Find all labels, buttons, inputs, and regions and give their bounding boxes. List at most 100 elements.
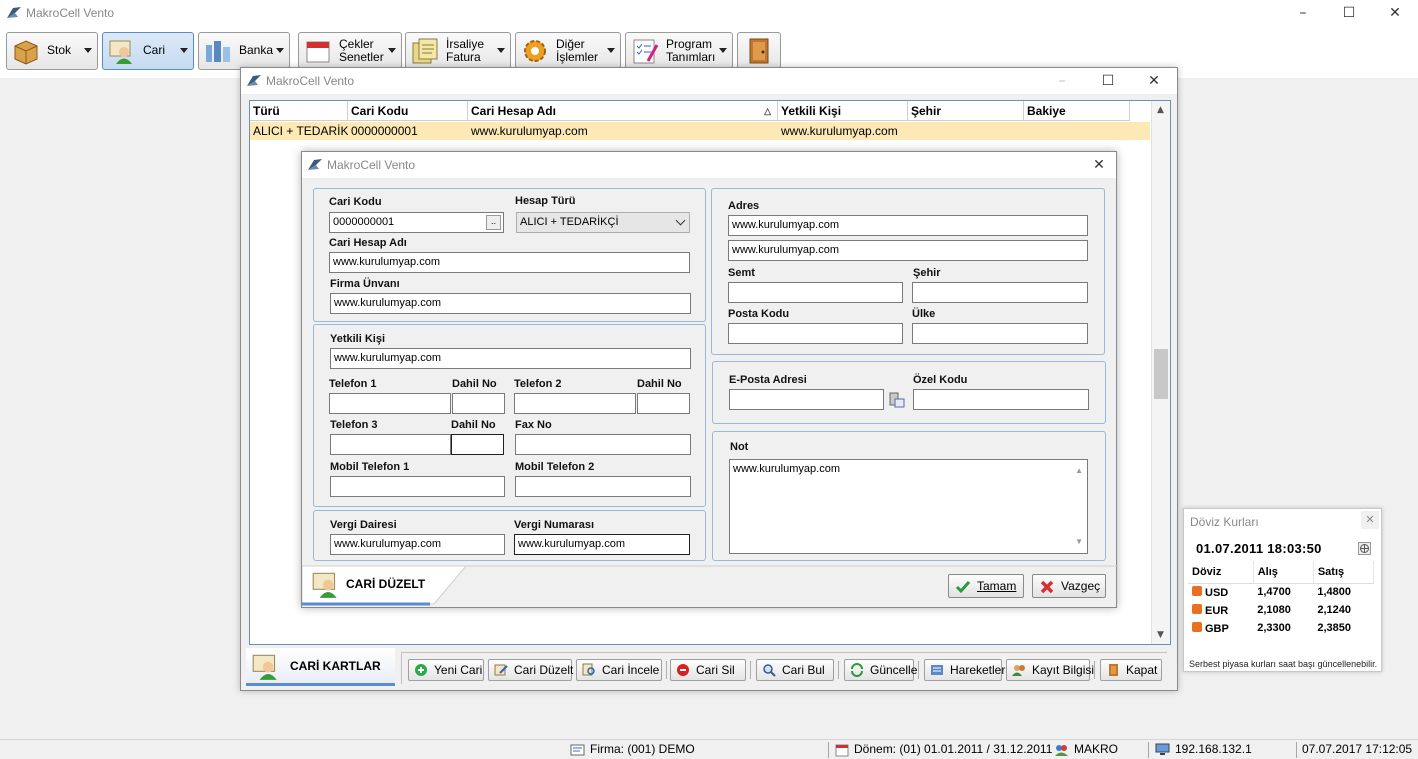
telefon1-field[interactable] bbox=[329, 393, 451, 414]
telefon2-field[interactable] bbox=[514, 393, 636, 414]
cari-incele-button[interactable]: Cari İncele bbox=[576, 659, 662, 681]
cari-action-bar: Yeni Cari Cari Düzelt Cari İncele Cari S… bbox=[401, 652, 1167, 684]
mobil1-field[interactable] bbox=[330, 476, 505, 497]
cari-kodu-label: Cari Kodu bbox=[329, 196, 382, 208]
cari-window-minimize-button[interactable]: – bbox=[1039, 68, 1085, 94]
tab-cari-kartlar[interactable]: CARİ KARTLAR bbox=[246, 648, 395, 686]
toolbar-cari-button[interactable]: Cari bbox=[102, 32, 194, 70]
send-mail-icon[interactable] bbox=[888, 391, 906, 409]
column-header-turu[interactable]: Türü bbox=[250, 101, 348, 121]
chevron-down-icon[interactable] bbox=[388, 48, 396, 53]
status-firma: Firma: (001) DEMO bbox=[590, 742, 695, 756]
column-header-sehir[interactable]: Şehir bbox=[908, 101, 1024, 121]
kayit-bilgisi-button[interactable]: Kayıt Bilgisi bbox=[1006, 659, 1094, 681]
tab-cari-duzelt[interactable]: CARİ DÜZELT bbox=[308, 566, 468, 604]
eposta-label: E-Posta Adresi bbox=[729, 374, 807, 386]
toolbar-cekler-button[interactable]: Çekler Senetler bbox=[298, 32, 402, 70]
chevron-down-icon[interactable] bbox=[607, 48, 615, 53]
chevron-down-icon[interactable] bbox=[276, 48, 284, 53]
semt-field[interactable] bbox=[728, 282, 903, 303]
cari-window-close-button[interactable]: ✕ bbox=[1131, 68, 1177, 94]
cari-sil-button[interactable]: Cari Sil bbox=[670, 659, 746, 681]
cari-kodu-field[interactable]: 0000000001.. bbox=[329, 212, 504, 233]
toolbar-irsaliye-button[interactable]: İrsaliye Fatura bbox=[405, 32, 511, 70]
posta-kodu-field[interactable] bbox=[728, 323, 903, 344]
yetkili-kisi-field[interactable]: www.kurulumyap.com bbox=[330, 348, 691, 369]
mobil2-field[interactable] bbox=[515, 476, 691, 497]
vergi-dairesi-field[interactable]: www.kurulumyap.com bbox=[330, 534, 505, 555]
ulke-field[interactable] bbox=[912, 323, 1088, 344]
dialog-close-button[interactable]: ✕ bbox=[1082, 152, 1116, 178]
delete-icon bbox=[677, 664, 689, 676]
chevron-down-icon[interactable] bbox=[180, 48, 188, 53]
cari-bul-button[interactable]: Cari Bul bbox=[756, 659, 834, 681]
column-header-bakiye[interactable]: Bakiye bbox=[1024, 101, 1130, 121]
column-header-cari-kodu[interactable]: Cari Kodu bbox=[348, 101, 468, 121]
sehir-field[interactable] bbox=[912, 282, 1088, 303]
toolbar-banka-button[interactable]: Banka bbox=[198, 32, 290, 70]
toolbar-exit-button[interactable] bbox=[737, 32, 781, 70]
table-cell-kod[interactable]: 0000000001 bbox=[348, 122, 468, 140]
chevron-down-icon[interactable] bbox=[84, 48, 92, 53]
cari-hesap-adi-field[interactable]: www.kurulumyap.com bbox=[329, 252, 690, 273]
toolbar-stok-button[interactable]: Stok bbox=[6, 32, 98, 70]
yeni-cari-button[interactable]: Yeni Cari bbox=[408, 659, 484, 681]
minimize-button[interactable]: – bbox=[1280, 0, 1326, 26]
toolbar-diger-button[interactable]: Diğer İşlemler bbox=[515, 32, 621, 70]
bank-icon bbox=[206, 41, 230, 62]
toolbar-program-button[interactable]: Program Tanımları bbox=[625, 32, 733, 70]
adres-line1-field[interactable]: www.kurulumyap.com bbox=[728, 215, 1088, 236]
doviz-header-doviz: Döviz bbox=[1188, 561, 1254, 584]
table-cell-turu[interactable]: ALICI + TEDARİKÇİ bbox=[250, 122, 348, 140]
dahil3-field[interactable] bbox=[451, 434, 504, 455]
app-title: MakroCell Vento bbox=[26, 6, 115, 20]
scroll-down-icon[interactable]: ▼ bbox=[1075, 534, 1083, 550]
table-cell-ad[interactable]: www.kurulumyap.com bbox=[468, 122, 778, 140]
firma-unvani-label: Firma Ünvanı bbox=[330, 278, 400, 290]
scroll-thumb[interactable] bbox=[1154, 349, 1168, 399]
firma-unvani-field[interactable]: www.kurulumyap.com bbox=[330, 293, 691, 314]
column-header-cari-hesap-adi[interactable]: Cari Hesap Adı △ bbox=[468, 101, 778, 121]
chevron-down-icon[interactable] bbox=[719, 48, 727, 53]
browse-button[interactable]: .. bbox=[486, 215, 501, 230]
user-card-icon bbox=[109, 40, 132, 64]
eposta-field[interactable] bbox=[729, 389, 884, 410]
table-cell-sehir[interactable] bbox=[908, 122, 1024, 140]
scroll-up-icon[interactable]: ▲ bbox=[1075, 463, 1083, 479]
dahil1-field[interactable] bbox=[452, 393, 505, 414]
adres-line2-field[interactable]: www.kurulumyap.com bbox=[728, 240, 1088, 261]
hesap-turu-select[interactable]: ALICI + TEDARİKÇİ bbox=[516, 212, 690, 233]
hesap-turu-label: Hesap Türü bbox=[515, 195, 576, 207]
app-title-bar: MakroCell Vento – ☐ ✕ bbox=[0, 0, 1418, 26]
dahil2-field[interactable] bbox=[637, 393, 690, 414]
guncelle-button[interactable]: Güncelle bbox=[844, 659, 917, 681]
vazgec-button[interactable]: Vazgeç bbox=[1032, 574, 1106, 598]
app-logo-icon bbox=[7, 7, 21, 18]
adres-label: Adres bbox=[728, 200, 760, 212]
toolbar-diger-label: Diğer İşlemler bbox=[556, 37, 599, 64]
cari-hesap-adi-label: Cari Hesap Adı bbox=[329, 237, 407, 249]
grid-vertical-scrollbar[interactable]: ▲ ▼ bbox=[1151, 101, 1170, 644]
table-cell-bakiye[interactable] bbox=[1024, 122, 1130, 140]
ozel-kodu-field[interactable] bbox=[913, 389, 1089, 410]
user-card-icon bbox=[252, 654, 277, 680]
vergi-no-field[interactable]: www.kurulumyap.com bbox=[514, 534, 690, 555]
close-button[interactable]: ✕ bbox=[1372, 0, 1418, 26]
close-icon[interactable]: ✕ bbox=[1361, 511, 1379, 529]
hareketler-button[interactable]: Hareketler bbox=[924, 659, 1005, 681]
scroll-down-icon[interactable]: ▼ bbox=[1157, 630, 1164, 640]
table-cell-yetkili[interactable]: www.kurulumyap.com bbox=[778, 122, 908, 140]
not-textarea[interactable]: www.kurulumyap.com ▲ ▼ bbox=[729, 459, 1088, 554]
scroll-up-icon[interactable]: ▲ bbox=[1157, 105, 1164, 115]
kapat-button[interactable]: Kapat bbox=[1100, 659, 1162, 681]
tamam-button[interactable]: Tamam bbox=[948, 574, 1024, 598]
telefon3-field[interactable] bbox=[330, 434, 451, 455]
globe-icon[interactable] bbox=[1358, 542, 1371, 555]
cari-window-maximize-button[interactable]: ☐ bbox=[1085, 68, 1131, 94]
maximize-button[interactable]: ☐ bbox=[1326, 0, 1372, 26]
chevron-down-icon[interactable] bbox=[497, 48, 505, 53]
fax-field[interactable] bbox=[515, 434, 691, 455]
cari-duzelt-button[interactable]: Cari Düzelt bbox=[488, 659, 573, 681]
column-header-yetkili-kisi[interactable]: Yetkili Kişi bbox=[778, 101, 908, 121]
separator bbox=[666, 661, 667, 679]
